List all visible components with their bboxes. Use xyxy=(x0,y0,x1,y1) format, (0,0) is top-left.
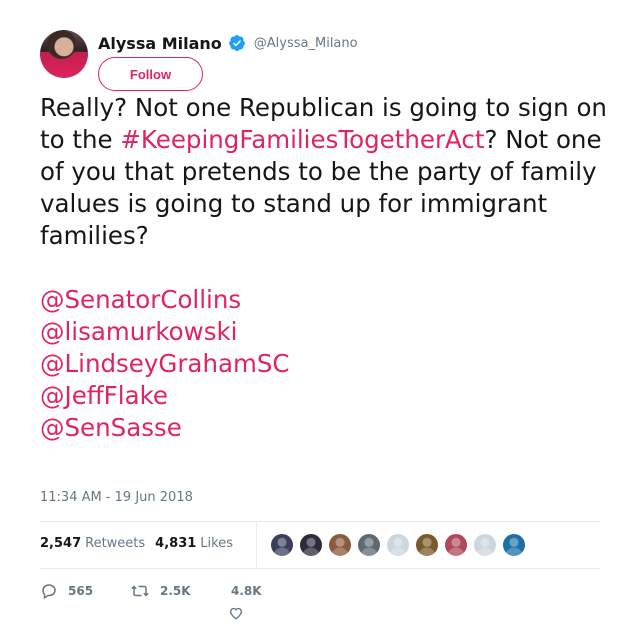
tweet-card: Alyssa Milano @Alyssa_Milano Follow Real… xyxy=(0,0,640,630)
follow-button[interactable]: Follow xyxy=(98,57,203,91)
like-count[interactable]: 4.8K xyxy=(231,584,262,598)
liker-avatars xyxy=(270,533,531,557)
mention-link[interactable]: @LindseyGrahamSC xyxy=(40,349,290,378)
retweet-button[interactable]: 2.5K xyxy=(130,582,230,600)
tweet-timestamp[interactable]: 11:34 AM - 19 Jun 2018 xyxy=(40,490,193,505)
stats-vertical-divider xyxy=(256,522,257,568)
author-avatar[interactable] xyxy=(40,30,88,78)
likes-count: 4,831 xyxy=(155,536,197,551)
likes-stat[interactable]: 4,831 Likes xyxy=(155,536,233,551)
liker-avatar-5[interactable] xyxy=(386,533,410,557)
liker-avatar-2[interactable] xyxy=(299,533,323,557)
mention-link[interactable]: @JeffFlake xyxy=(40,381,168,410)
liker-avatar-4[interactable] xyxy=(357,533,381,557)
retweet-icon xyxy=(131,585,149,597)
tweet-text: Really? Not one Republican is going to s… xyxy=(40,92,610,444)
liker-avatar-1[interactable] xyxy=(270,533,294,557)
liker-avatar-8[interactable] xyxy=(473,533,497,557)
liker-avatar-3[interactable] xyxy=(328,533,352,557)
mention-link[interactable]: @SenatorCollins xyxy=(40,285,241,314)
retweets-label: Retweets xyxy=(85,536,146,551)
hashtag-link[interactable]: #KeepingFamiliesTogetherAct xyxy=(120,125,484,154)
verified-badge-icon xyxy=(228,35,245,51)
liker-avatar-9[interactable] xyxy=(502,533,526,557)
heart-icon[interactable] xyxy=(228,605,244,621)
mention-link[interactable]: @lisamurkowski xyxy=(40,317,237,346)
divider-bottom xyxy=(40,568,600,569)
author-header: Alyssa Milano @Alyssa_Milano xyxy=(98,32,358,54)
reply-count: 565 xyxy=(68,584,94,598)
retweets-stat[interactable]: 2,547 Retweets xyxy=(40,536,145,551)
reply-icon xyxy=(42,584,56,600)
author-display-name[interactable]: Alyssa Milano xyxy=(98,34,222,53)
liker-avatar-6[interactable] xyxy=(415,533,439,557)
retweets-count: 2,547 xyxy=(40,536,82,551)
reply-button[interactable]: 565 xyxy=(40,582,130,600)
mention-link[interactable]: @SenSasse xyxy=(40,413,182,442)
engagement-stats: 2,547 Retweets 4,831 Likes xyxy=(40,536,233,551)
liker-avatar-7[interactable] xyxy=(444,533,468,557)
divider-top xyxy=(40,521,600,522)
author-handle[interactable]: @Alyssa_Milano xyxy=(254,36,358,51)
retweet-count: 2.5K xyxy=(160,584,191,598)
likes-label: Likes xyxy=(200,536,233,551)
tweet-actions: 565 2.5K xyxy=(40,582,230,600)
